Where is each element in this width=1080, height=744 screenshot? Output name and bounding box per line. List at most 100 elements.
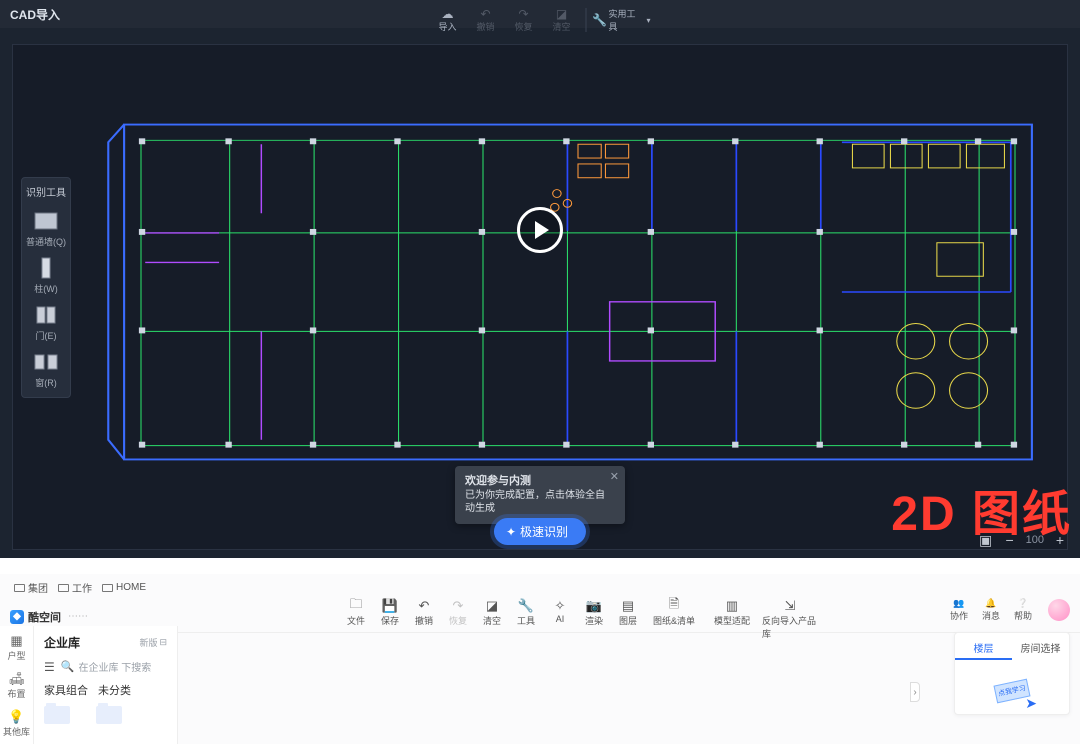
mid-toolbar: 🗀文件 💾保存 ↶撤销 ↷恢复 ◪清空 🔧工具 ✧AI 📷渲染 ▤图层 🗎图纸&…	[340, 598, 818, 640]
undo-button[interactable]: ↶撤销	[408, 598, 440, 627]
app-title: CAD导入	[10, 6, 60, 23]
chevron-down-icon: ▾	[646, 16, 650, 25]
tab-floor[interactable]: 楼层	[955, 637, 1012, 660]
reverse-import-button[interactable]: ⇲反向导入产品库	[762, 598, 818, 640]
crumb-2[interactable]: 工作	[58, 580, 92, 595]
help-icon: ❔	[1017, 598, 1028, 609]
zoom-in-button[interactable]: +	[1052, 532, 1068, 548]
crumb-1[interactable]: 集团	[14, 580, 48, 595]
window-icon	[30, 348, 62, 376]
help-button[interactable]: ❔帮助	[1010, 598, 1036, 622]
eraser-icon: ◪	[555, 8, 569, 20]
status-strip: ▣ − 100 +	[978, 532, 1068, 548]
redo-icon: ↷	[517, 8, 531, 20]
rail-huxing[interactable]: ▦户型	[2, 634, 32, 662]
zoom-value: 100	[1026, 534, 1044, 546]
spark-icon: ✦	[506, 525, 516, 539]
palette-title: 识别工具	[22, 182, 70, 205]
layer-button[interactable]: ▤图层	[612, 598, 644, 627]
undo-icon: ↶	[479, 8, 493, 20]
close-icon[interactable]: ✕	[610, 470, 619, 485]
tab-uncategorized[interactable]: 未分类	[98, 682, 131, 698]
camera-icon: 📷	[586, 598, 602, 613]
wall-tool[interactable]: 普通墙(Q)	[22, 205, 70, 252]
avatar[interactable]	[1048, 599, 1070, 621]
ai-button[interactable]: ✧AI	[544, 598, 576, 624]
popup-title: 欢迎参与内测	[465, 474, 605, 489]
library-tabs: 家具组合 未分类	[44, 682, 167, 698]
collapse-panel-button[interactable]: ›	[910, 682, 920, 702]
light-app: 集团 工作 HOME ◆ 酷空间 ⋯⋯ 🗀文件 💾保存 ↶撤销 ↷恢复 ◪清空 …	[0, 574, 1080, 744]
folder-item[interactable]	[96, 706, 122, 724]
clear-button[interactable]: ◪清空	[476, 598, 508, 627]
people-icon: 👥	[953, 598, 964, 609]
crumb-3[interactable]: HOME	[102, 582, 146, 593]
redo-button[interactable]: ↷恢复	[506, 4, 542, 36]
tab-furniture-combo[interactable]: 家具组合	[44, 682, 88, 698]
match-button[interactable]: ▥模型适配	[704, 598, 760, 627]
mini-preview[interactable]: 点我学习 ➤	[991, 678, 1033, 706]
wall-icon	[30, 207, 62, 235]
import-button[interactable]: ☁导入	[430, 4, 466, 36]
bulb-icon: 💡	[9, 710, 25, 724]
library-title: 企业库	[44, 634, 80, 651]
tab-room-select[interactable]: 房间选择	[1012, 637, 1069, 660]
collab-button[interactable]: 👥协作	[946, 598, 972, 622]
undo-icon: ↶	[419, 598, 430, 613]
folder-item[interactable]	[44, 706, 70, 724]
undo-button[interactable]: ↶撤销	[468, 4, 504, 36]
import-icon: ⇲	[785, 598, 796, 613]
list-button[interactable]: 🗎图纸&清单	[646, 598, 702, 627]
save-icon: 💾	[382, 598, 398, 613]
column-tool[interactable]: 柱(W)	[22, 252, 70, 299]
mini-panel: 楼层 房间选择 点我学习 ➤	[954, 632, 1070, 715]
rail-other[interactable]: 💡其他库	[2, 710, 32, 738]
bell-icon: 🔔	[985, 598, 996, 609]
cad-app: CAD导入 ☁导入 ↶撤销 ↷恢复 ◪清空 🔧实用工具▾ 识别工具 普通墙(Q)…	[0, 0, 1080, 558]
layers-icon[interactable]: ▣	[978, 532, 994, 548]
zoom-out-button[interactable]: −	[1002, 532, 1018, 548]
wrench-icon: 🔧	[518, 598, 534, 613]
match-icon: ▥	[726, 598, 738, 613]
render-button[interactable]: 📷渲染	[578, 598, 610, 627]
top-toolbar: ☁导入 ↶撤销 ↷恢复 ◪清空 🔧实用工具▾	[430, 4, 651, 36]
left-rail: ▦户型 🛋布置 💡其他库	[0, 626, 34, 744]
floorplan-icon: ▦	[9, 634, 25, 648]
search-input[interactable]: 🔍 在企业库 下搜索	[61, 659, 167, 674]
breadcrumb: 集团 工作 HOME	[0, 574, 1080, 601]
folder-items	[44, 698, 167, 724]
window-tool[interactable]: 窗(R)	[22, 346, 70, 393]
rail-buzhi[interactable]: 🛋布置	[2, 672, 32, 700]
save-button[interactable]: 💾保存	[374, 598, 406, 627]
layout-icon: 🛋	[9, 672, 25, 686]
list-icon: 🗎	[669, 598, 679, 613]
brand: ◆ 酷空间 ⋯⋯	[10, 609, 88, 625]
version-toggle[interactable]: 新版 ⊟	[139, 636, 167, 649]
message-button[interactable]: 🔔消息	[978, 598, 1004, 622]
tool-button[interactable]: 🔧工具	[510, 598, 542, 627]
clear-button[interactable]: ◪清空	[544, 4, 580, 36]
layers-icon: ▤	[622, 598, 634, 613]
folder-icon	[44, 706, 70, 724]
separator	[586, 8, 587, 32]
file-button[interactable]: 🗀文件	[340, 598, 372, 627]
folder-icon	[14, 584, 25, 592]
redo-button[interactable]: ↷恢复	[442, 598, 474, 627]
list-toggle-icon[interactable]: ☰	[44, 660, 55, 674]
ai-icon: ✧	[555, 598, 566, 613]
column-icon	[30, 254, 62, 282]
cursor-icon: ➤	[1025, 695, 1037, 712]
door-tool[interactable]: 门(E)	[22, 299, 70, 346]
door-icon	[30, 301, 62, 329]
library-panel: 企业库 新版 ⊟ ☰ 🔍 在企业库 下搜索 家具组合 未分类	[34, 626, 178, 744]
eraser-icon: ◪	[486, 598, 498, 613]
redo-icon: ↷	[453, 598, 464, 613]
fast-recognition-button[interactable]: ✦ 极速识别	[494, 518, 586, 545]
tools-dropdown[interactable]: 🔧实用工具▾	[593, 4, 651, 36]
popup-body: 已为你完成配置，点击体验全自动生成	[465, 489, 605, 516]
folder-icon	[102, 584, 113, 592]
play-button[interactable]	[517, 207, 563, 253]
wrench-icon: 🔧	[593, 14, 607, 26]
right-toolbar: 👥协作 🔔消息 ❔帮助	[946, 598, 1070, 622]
file-icon: 🗀	[349, 598, 362, 613]
